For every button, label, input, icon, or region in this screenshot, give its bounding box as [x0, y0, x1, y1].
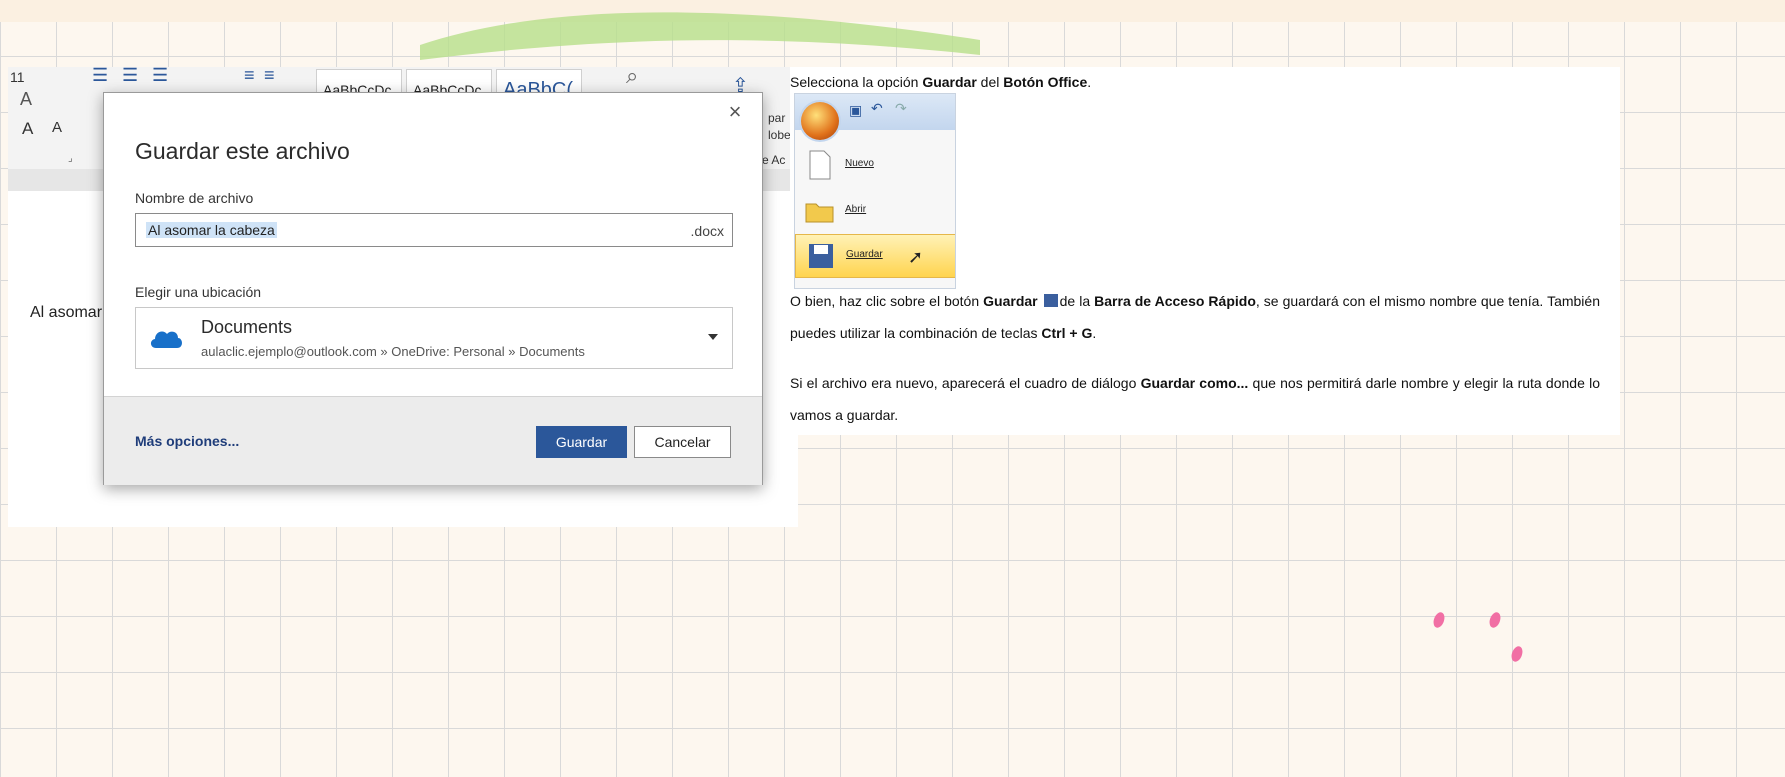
outdent-icon[interactable]: ≡: [264, 67, 275, 86]
menu-item-label: Guardar: [846, 249, 883, 260]
bold-text: Guardar como...: [1140, 375, 1249, 391]
onedrive-cloud-icon: [150, 331, 182, 348]
bullets-icon[interactable]: ☰: [92, 67, 108, 86]
text: .: [1087, 74, 1092, 90]
chevron-down-icon[interactable]: [708, 334, 718, 340]
location-name: Documents: [201, 317, 293, 337]
bold-text: Barra de Acceso Rápido: [1094, 293, 1256, 309]
redo-icon: ↷: [895, 100, 907, 116]
clear-format-icon[interactable]: A: [20, 89, 32, 110]
text: Si el archivo era nuevo, aparecerá el cu…: [790, 375, 1141, 391]
partial-label-1: par: [768, 111, 786, 125]
folder-icon: [805, 203, 834, 223]
menu-item-label: Nuevo: [845, 158, 874, 169]
save-dialog: × Guardar este archivo Nombre de archivo…: [103, 92, 763, 485]
mouse-cursor-icon: ➚: [908, 247, 924, 267]
location-dropdown[interactable]: Documents aulaclic.ejemplo@outlook.com »…: [135, 307, 733, 369]
floppy-icon: [1043, 294, 1058, 307]
bold-text: Guardar: [922, 74, 977, 90]
location-label: Elegir una ubicación: [135, 284, 262, 300]
new-document-icon: [809, 150, 831, 180]
partial-label-2: lobe: [768, 128, 791, 142]
partial-label-3: e Ac: [762, 153, 786, 167]
save-button[interactable]: Guardar: [536, 426, 627, 458]
document-text: Al asomar: [30, 304, 103, 321]
dialog-launcher-icon[interactable]: ⌟: [68, 153, 73, 164]
filename-extension: .docx: [690, 223, 724, 239]
undo-icon: ↶: [871, 100, 883, 116]
filename-input[interactable]: Al asomar la cabeza .docx: [135, 213, 733, 247]
dialog-title: Guardar este archivo: [135, 138, 350, 164]
tutorial-paragraph-1: O bien, haz clic sobre el botón Guardar …: [790, 285, 1600, 349]
text: O bien, haz clic sobre el botón: [790, 293, 984, 309]
location-path: aulaclic.ejemplo@outlook.com » OneDrive:…: [201, 344, 585, 359]
decorative-swoosh: [420, 12, 980, 60]
tutorial-panel: Selecciona la opción Guardar del Botón O…: [790, 67, 1620, 435]
dialog-footer: Más opciones... Guardar Cancelar: [104, 396, 762, 485]
cancel-button[interactable]: Cancelar: [634, 426, 731, 458]
bold-text: Ctrl + G: [1041, 325, 1093, 341]
office-button-icon: [801, 102, 839, 140]
filename-label: Nombre de archivo: [135, 190, 254, 206]
bold-text: Guardar: [983, 293, 1038, 309]
menu-item-label: Abrir: [845, 204, 867, 215]
text: de la: [1059, 293, 1095, 309]
more-options-link[interactable]: Más opciones...: [135, 433, 239, 449]
menu-item-guardar: Guardar ➚: [795, 234, 955, 278]
save-disk-icon: [809, 244, 833, 268]
indent-icon[interactable]: ≡: [244, 67, 255, 86]
decorative-dot: [1487, 610, 1503, 630]
decorative-dot: [1509, 644, 1525, 664]
numbering-icon[interactable]: ☰: [122, 67, 138, 86]
text: .: [1092, 325, 1097, 341]
menu-item-nuevo: Nuevo: [795, 144, 955, 188]
tutorial-line-1: Selecciona la opción Guardar del Botón O…: [790, 74, 1091, 90]
office-menu-image: ▣ ↶ ↷ Nuevo Abrir Guardar ➚: [794, 93, 956, 289]
multilevel-list-icon[interactable]: ☰: [152, 67, 168, 86]
font-size-box[interactable]: 11: [10, 69, 25, 85]
decorative-dot: [1431, 610, 1447, 630]
tutorial-paragraph-2: Si el archivo era nuevo, aparecerá el cu…: [790, 367, 1600, 431]
close-icon[interactable]: ×: [724, 101, 746, 123]
grow-font-icon[interactable]: A: [22, 119, 33, 139]
search-icon[interactable]: ⌕: [626, 67, 638, 89]
text: Selecciona la opción: [790, 74, 923, 90]
shrink-font-icon[interactable]: A: [52, 119, 62, 136]
bold-text: Botón Office: [1003, 74, 1088, 90]
menu-item-abrir: Abrir: [795, 190, 955, 234]
floppy-icon: ▣: [849, 102, 863, 118]
filename-value[interactable]: Al asomar la cabeza: [146, 222, 277, 238]
text: del: [976, 74, 1004, 90]
